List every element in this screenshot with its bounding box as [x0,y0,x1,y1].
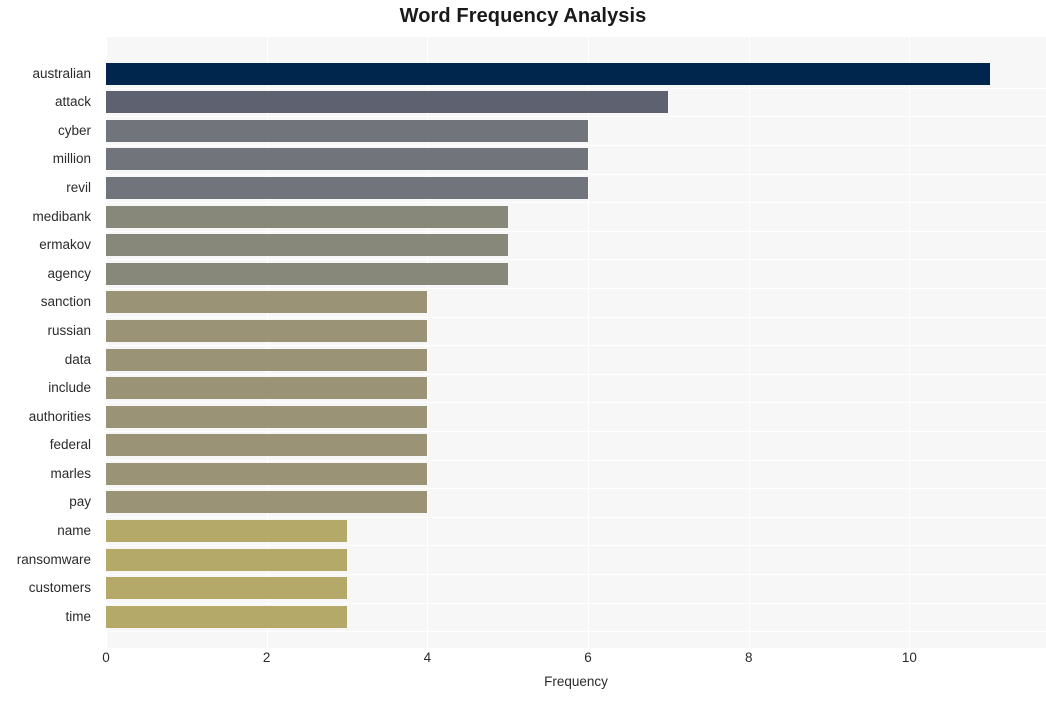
x-axis-title: Frequency [544,674,608,689]
bar [106,291,428,314]
y-tick-label: million [52,151,91,167]
y-tick-label: attack [54,94,91,110]
y-tick-label: time [65,608,91,624]
bar [106,319,428,342]
y-tick-label: pay [69,494,91,510]
bar [106,348,428,371]
bar [106,462,428,485]
x-tick-label: 2 [262,650,271,665]
y-tick-label: ermakov [39,237,91,253]
y-tick-label: revil [66,179,91,195]
bar [106,119,589,142]
y-tick-label: australian [32,65,91,81]
bar [106,205,508,228]
bar [106,520,348,543]
x-tick-label: 4 [423,650,432,665]
x-tick-label: 6 [584,650,592,665]
y-tick-label: russian [47,322,91,338]
x-tick-label: 10 [901,650,917,665]
bar [106,577,348,600]
bar [106,491,428,514]
bar [106,434,428,457]
y-tick-label: cyber [57,122,91,138]
bar [106,548,348,571]
y-tick-label: medibank [32,208,91,224]
y-tick-label: data [64,351,91,367]
chart-title: Word Frequency Analysis [399,5,647,27]
y-tick-label: ransomware [16,551,91,567]
bar [106,377,428,400]
y-tick-label: agency [47,265,91,281]
y-tick-label: authorities [28,408,91,424]
y-tick-label: customers [28,580,91,596]
bar [106,148,589,171]
y-tick-label: name [57,523,91,539]
bar [106,605,348,628]
bar [106,91,669,114]
bar [106,62,990,85]
x-tick-label: 8 [744,650,753,665]
y-tick-label: federal [49,437,91,453]
plot-area [106,37,1046,648]
bar [106,405,428,428]
bars-layer [106,37,1046,648]
chart-figure: Word Frequency Analysis australian attack… [0,0,1046,701]
y-axis-tick-labels: australian attack cyber million revil mediban… [0,37,100,648]
y-tick-label: include [48,380,91,396]
x-axis-tick-labels: 0 2 4 6 8 10 [102,650,1046,672]
x-tick-label: 0 [102,650,110,665]
bar [106,262,508,285]
bar [106,234,508,257]
y-tick-label: sanction [40,294,91,310]
y-tick-label: marles [50,465,91,481]
bar [106,176,589,199]
